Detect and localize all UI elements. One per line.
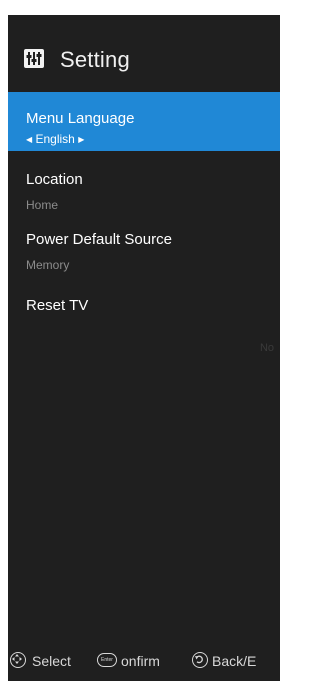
background-hint-text: No xyxy=(259,342,274,354)
dpad-icon xyxy=(10,652,26,668)
enter-icon: Enter xyxy=(97,653,117,667)
footer-back-label: Back/E xyxy=(212,653,257,669)
footer-confirm-label: onfirm xyxy=(121,653,160,669)
settings-panel: Setting Menu Language ◀ English ▶ Locati… xyxy=(8,15,280,681)
page-title: Setting xyxy=(60,47,130,72)
menu-item-language[interactable]: Menu Language ◀ English ▶ xyxy=(8,92,280,151)
menu-item-location[interactable]: Location Home xyxy=(8,151,280,212)
menu-item-label: Reset TV xyxy=(26,297,89,314)
footer-select-label: Select xyxy=(32,653,71,669)
arrow-right-icon[interactable]: ▶ xyxy=(78,135,84,144)
menu-item-power-default-source[interactable]: Power Default Source Memory xyxy=(8,211,280,272)
menu-item-reset-tv[interactable]: Reset TV xyxy=(8,271,280,315)
menu-item-label: Menu Language xyxy=(26,110,135,127)
back-icon xyxy=(192,652,208,668)
language-selector[interactable]: ◀ English ▶ xyxy=(26,132,84,146)
menu-item-label: Power Default Source xyxy=(26,231,172,248)
language-value: English xyxy=(35,132,75,146)
footer-hint-bar: Select Enter onfirm Back/E xyxy=(0,650,272,674)
menu-item-value: Home xyxy=(26,198,59,212)
menu-item-label: Location xyxy=(26,171,83,188)
menu-item-value: Memory xyxy=(26,258,70,272)
arrow-left-icon[interactable]: ◀ xyxy=(26,135,32,144)
panel-header: Setting xyxy=(8,15,280,91)
settings-sliders-icon xyxy=(24,49,44,68)
